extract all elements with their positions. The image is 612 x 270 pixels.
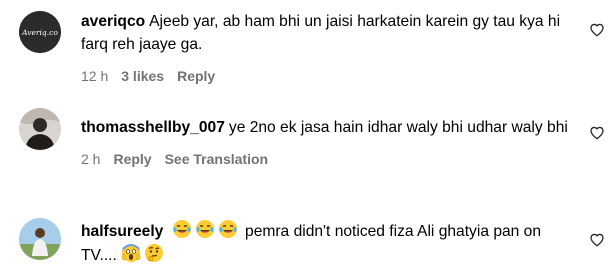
- user-photo-avatar[interactable]: [19, 108, 61, 150]
- averiqco-logo-icon[interactable]: Averiq.co: [19, 11, 61, 53]
- heart-outline-icon[interactable]: [589, 125, 605, 141]
- comment-username[interactable]: thomasshellby_007: [81, 119, 225, 136]
- user-photo-avatar[interactable]: [19, 218, 61, 260]
- comment-text: ye 2no ek jasa hain idhar waly bhi udhar…: [228, 119, 568, 136]
- comment-text-block: halfsureely pemra didn't noticed fiza Al…: [81, 219, 571, 267]
- comment-text: Ajeeb yar, ab ham bhi un jaisi harkatein…: [81, 13, 561, 53]
- comment-text-block: averiqco Ajeeb yar, ab ham bhi un jaisi h…: [81, 10, 571, 56]
- laughing-crying-face-emoji: [195, 220, 214, 238]
- heart-outline-icon[interactable]: [589, 232, 605, 248]
- comment-username[interactable]: averiqco: [81, 13, 145, 30]
- comment-time: 2 h: [81, 151, 101, 167]
- comment-body: halfsureely pemra didn't noticed fiza Al…: [81, 219, 571, 267]
- laughing-crying-face-emoji: [218, 220, 237, 238]
- thinking-face-emoji: [145, 244, 164, 262]
- comment-username[interactable]: halfsureely: [81, 223, 163, 240]
- see-translation-button[interactable]: See Translation: [165, 151, 268, 167]
- reply-button[interactable]: Reply: [113, 151, 151, 167]
- comment-text-block: thomasshellby_007 ye 2no ek jasa hain idh…: [81, 116, 571, 139]
- comment-meta: 12 h 3 likes Reply: [81, 67, 571, 85]
- comment-body: averiqco Ajeeb yar, ab ham bhi un jaisi h…: [81, 10, 571, 85]
- comments-section: Averiq.co averiqco Ajeeb yar, ab ham bhi …: [0, 0, 612, 270]
- heart-outline-icon[interactable]: [589, 22, 605, 38]
- svg-text:Averiq.co: Averiq.co: [21, 28, 58, 37]
- comment-time: 12 h: [81, 68, 109, 84]
- laughing-crying-face-emoji: [172, 220, 191, 238]
- comment-body: thomasshellby_007 ye 2no ek jasa hain idh…: [81, 116, 571, 168]
- reply-button[interactable]: Reply: [177, 68, 215, 84]
- screaming-face-emoji: [121, 244, 141, 262]
- comment-meta: 2 h Reply See Translation: [81, 150, 571, 168]
- comment-likes[interactable]: 3 likes: [121, 68, 164, 84]
